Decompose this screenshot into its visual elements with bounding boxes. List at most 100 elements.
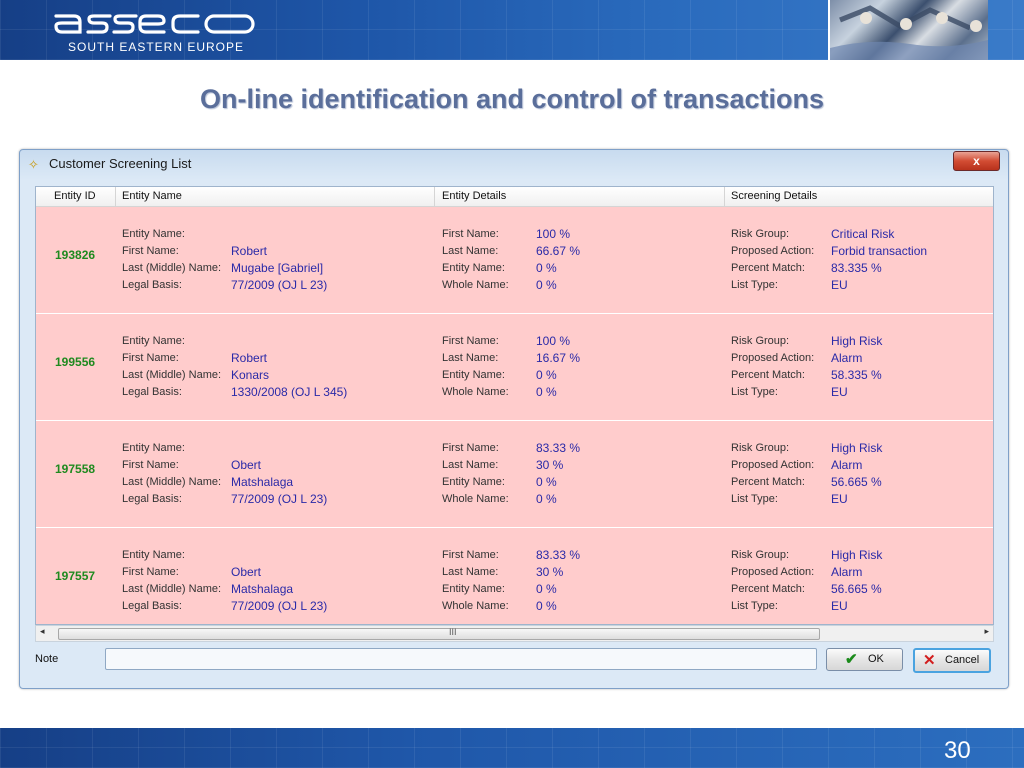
percent-match-value: 58.335 %: [831, 368, 882, 382]
entity-details-label: First Name:: [442, 228, 499, 240]
check-icon: ✔: [845, 651, 858, 668]
details-first-value: 100 %: [536, 334, 571, 348]
entity-details-label: First Name:: [442, 442, 499, 454]
details-entity-value: 0 %: [536, 475, 557, 489]
entity-details-label: Whole Name:: [442, 279, 509, 291]
details-first-value: 83.33 %: [536, 441, 581, 455]
screening-label: Risk Group:: [731, 442, 790, 454]
header-photo: [828, 0, 988, 60]
risk-group-value: High Risk: [831, 334, 883, 348]
details-whole-value: 0 %: [536, 278, 557, 292]
entity-details-label: Whole Name:: [442, 493, 509, 505]
screening-grid: Entity ID Entity Name Entity Details Scr…: [35, 186, 994, 625]
entity-name-label: Legal Basis:: [122, 279, 182, 291]
first-name-value: Obert: [231, 565, 262, 579]
details-first-value: 100 %: [536, 227, 571, 241]
window-title: Customer Screening List: [49, 156, 192, 171]
screening-label: Proposed Action:: [731, 459, 815, 471]
table-row[interactable]: 199556 Entity Name: First Name: Last (Middl…: [36, 314, 993, 421]
list-type-value: EU: [831, 278, 848, 292]
last-name-value: Matshalaga: [231, 475, 294, 489]
percent-match-value: 56.665 %: [831, 582, 882, 596]
risk-group-value: High Risk: [831, 548, 883, 562]
proposed-action-value: Alarm: [831, 565, 863, 579]
note-input[interactable]: [105, 648, 817, 670]
proposed-action-value: Alarm: [831, 458, 863, 472]
details-entity-value: 0 %: [536, 582, 557, 596]
screening-label: List Type:: [731, 600, 778, 612]
grid-header: Entity ID Entity Name Entity Details Scr…: [36, 187, 993, 207]
screening-label: List Type:: [731, 279, 778, 291]
entity-details-label: Entity Name:: [442, 369, 505, 381]
column-header-entity-id[interactable]: Entity ID: [54, 190, 96, 202]
ok-button-label: OK: [868, 653, 884, 665]
details-last-value: 66.67 %: [536, 244, 581, 258]
close-button[interactable]: x: [953, 151, 1000, 171]
percent-match-value: 83.335 %: [831, 261, 882, 275]
ok-button[interactable]: ✔ OK: [826, 648, 903, 671]
slide-title: On-line identification and control of tr…: [199, 84, 825, 114]
entity-name-label: First Name:: [122, 566, 179, 578]
horizontal-scrollbar[interactable]: ◂ III ▸: [35, 625, 994, 642]
details-entity-value: 0 %: [536, 368, 557, 382]
entity-details-label: Whole Name:: [442, 600, 509, 612]
risk-group-value: Critical Risk: [831, 227, 895, 241]
cancel-button[interactable]: ✕ Cancel: [913, 648, 991, 673]
entity-name-label: Legal Basis:: [122, 386, 182, 398]
details-last-value: 16.67 %: [536, 351, 581, 365]
screening-label: Percent Match:: [731, 369, 805, 381]
first-name-value: Obert: [231, 458, 262, 472]
page-number: 30: [944, 737, 971, 764]
legal-basis-value: 77/2009 (OJ L 23): [231, 278, 328, 292]
column-header-screening-details[interactable]: Screening Details: [731, 190, 817, 202]
details-last-value: 30 %: [536, 458, 564, 472]
table-row[interactable]: 197557 Entity Name: First Name: Last (Middl…: [36, 528, 993, 624]
entity-details-label: Entity Name:: [442, 476, 505, 488]
entity-id: 199556: [55, 355, 96, 369]
first-name-value: Robert: [231, 244, 268, 258]
entity-name-label: First Name:: [122, 352, 179, 364]
risk-group-value: High Risk: [831, 441, 883, 455]
entity-id: 193826: [55, 248, 96, 262]
legal-basis-value: 1330/2008 (OJ L 345): [231, 385, 348, 399]
screening-label: List Type:: [731, 493, 778, 505]
scroll-thumb[interactable]: III: [58, 627, 820, 640]
entity-name-label: First Name:: [122, 245, 179, 257]
table-row[interactable]: 197558 Entity Name: First Name: Last (Middl…: [36, 421, 993, 528]
scroll-left-icon[interactable]: ◂: [40, 626, 45, 637]
list-type-value: EU: [831, 599, 848, 613]
customer-screening-window: ✧ Customer Screening List x Entity ID En…: [19, 149, 1009, 689]
last-name-value: Mugabe [Gabriel]: [231, 261, 324, 275]
table-row[interactable]: 193826 Entity Name: First Name: Last (Middl…: [36, 207, 993, 314]
entity-name-label: First Name:: [122, 459, 179, 471]
brand-subtitle: SOUTH EASTERN EUROPE: [68, 40, 245, 54]
entity-details-label: Last Name:: [442, 245, 499, 257]
entity-details-label: Last Name:: [442, 566, 499, 578]
list-type-value: EU: [831, 492, 848, 506]
entity-details-label: Last Name:: [442, 459, 499, 471]
entity-details-label: First Name:: [442, 335, 499, 347]
legal-basis-value: 77/2009 (OJ L 23): [231, 492, 328, 506]
entity-name-label: Entity Name:: [122, 442, 185, 454]
window-titlebar[interactable]: ✧ Customer Screening List x: [20, 150, 1008, 178]
note-label: Note: [35, 653, 59, 665]
column-header-entity-name[interactable]: Entity Name: [122, 190, 182, 202]
entity-id: 197557: [55, 569, 96, 583]
percent-match-value: 56.665 %: [831, 475, 882, 489]
last-name-value: Konars: [231, 368, 270, 382]
entity-name-label: Last (Middle) Name:: [122, 476, 222, 488]
proposed-action-value: Alarm: [831, 351, 863, 365]
screening-label: List Type:: [731, 386, 778, 398]
screening-label: Proposed Action:: [731, 245, 815, 257]
entity-name-label: Last (Middle) Name:: [122, 369, 222, 381]
entity-name-label: Legal Basis:: [122, 600, 182, 612]
details-entity-value: 0 %: [536, 261, 557, 275]
legal-basis-value: 77/2009 (OJ L 23): [231, 599, 328, 613]
entity-name-label: Entity Name:: [122, 549, 185, 561]
entity-id: 197558: [55, 462, 96, 476]
column-header-entity-details[interactable]: Entity Details: [442, 190, 506, 202]
entity-details-label: First Name:: [442, 549, 499, 561]
scroll-right-icon[interactable]: ▸: [984, 626, 989, 637]
screening-label: Proposed Action:: [731, 566, 815, 578]
cancel-x-icon: ✕: [923, 652, 936, 669]
